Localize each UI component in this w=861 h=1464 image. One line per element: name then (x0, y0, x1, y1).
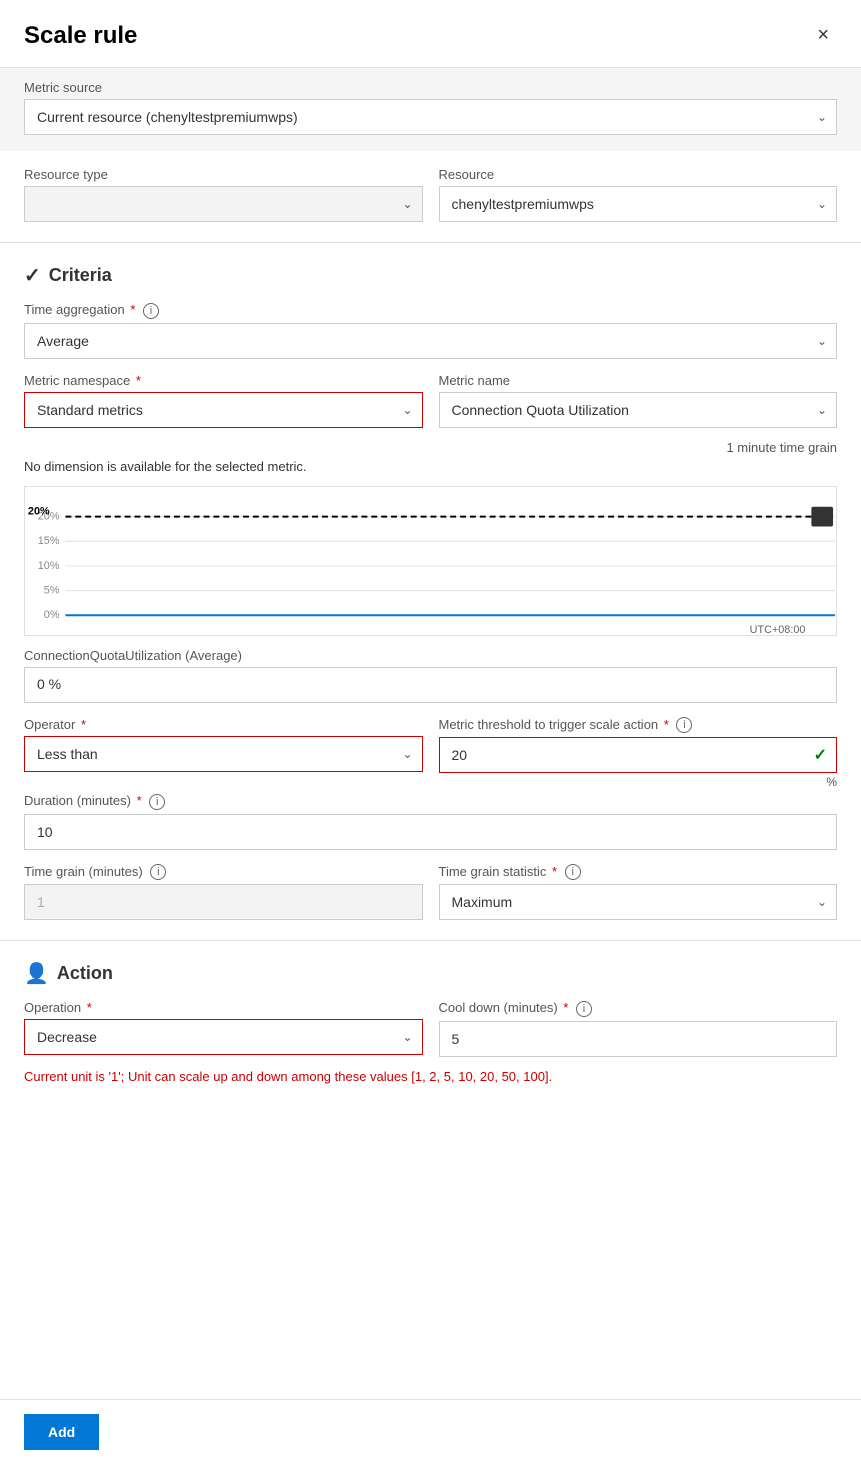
resource-group: Resource chenyltestpremiumwps ⌄ (439, 167, 838, 222)
resource-row: Resource type ⌄ Resource chenyltestpremi… (24, 167, 837, 222)
cool-down-label: Cool down (minutes) * i (439, 1000, 838, 1017)
time-aggregation-required: * (130, 302, 135, 317)
operator-label: Operator * (24, 717, 423, 732)
resource-type-select-wrapper: ⌄ (24, 186, 423, 222)
criteria-section: ✓ Criteria Time aggregation * i Average … (0, 243, 861, 940)
time-grain-info-icon[interactable]: i (150, 864, 166, 880)
threshold-group: Metric threshold to trigger scale action… (439, 717, 838, 790)
duration-group: Duration (minutes) * i (24, 793, 837, 850)
metric-chart: 20% 15% 10% 5% 0% 20% UTC+08:00 (24, 486, 837, 636)
svg-text:5%: 5% (44, 584, 60, 596)
time-aggregation-info-icon[interactable]: i (143, 303, 159, 319)
duration-info-icon[interactable]: i (149, 794, 165, 810)
time-grain-minutes-label: Time grain (minutes) i (24, 864, 423, 881)
resource-type-label: Resource type (24, 167, 423, 182)
operation-select-wrapper: Decrease ⌄ (24, 1019, 423, 1055)
metric-source-select-wrapper: Current resource (chenyltestpremiumwps) … (24, 99, 837, 135)
metric-source-section: Metric source Current resource (chenylte… (0, 68, 861, 151)
dimension-note: No dimension is available for the select… (24, 459, 837, 474)
svg-text:UTC+08:00: UTC+08:00 (750, 624, 806, 635)
criteria-icon: ✓ (24, 263, 41, 288)
metric-source-select[interactable]: Current resource (chenyltestpremiumwps) (24, 99, 837, 135)
duration-input[interactable] (24, 814, 837, 850)
duration-label: Duration (minutes) * i (24, 793, 837, 810)
panel-footer: Add (0, 1399, 861, 1464)
resource-label: Resource (439, 167, 838, 182)
scale-rule-panel: Scale rule × Metric source Current resou… (0, 0, 861, 1464)
resource-select-wrapper: chenyltestpremiumwps ⌄ (439, 186, 838, 222)
criteria-title: Criteria (49, 265, 112, 286)
resource-type-select[interactable] (24, 186, 423, 222)
time-grain-note: 1 minute time grain (24, 440, 837, 455)
time-aggregation-label: Time aggregation * i (24, 302, 837, 319)
time-grain-statistic-select-wrapper: Maximum ⌄ (439, 884, 838, 920)
time-grain-minutes-input (24, 884, 423, 920)
add-button[interactable]: Add (24, 1414, 99, 1450)
time-aggregation-select-wrapper: Average ⌄ (24, 323, 837, 359)
metric-name-group: Metric name Connection Quota Utilization… (439, 373, 838, 428)
metric-namespace-group: Metric namespace * Standard metrics ⌄ (24, 373, 423, 428)
metric-namespace-select-wrapper: Standard metrics ⌄ (24, 392, 423, 428)
svg-text:15%: 15% (38, 535, 60, 547)
action-title: Action (57, 963, 113, 984)
close-button[interactable]: × (809, 20, 837, 51)
metric-name-label: Metric name (439, 373, 838, 388)
metric-source-label: Metric source (24, 80, 837, 95)
metric-namespace-label: Metric namespace * (24, 373, 423, 388)
panel-header: Scale rule × (0, 0, 861, 68)
metric-value-display: 0 % (24, 667, 837, 703)
threshold-input[interactable] (439, 737, 838, 773)
threshold-required: * (664, 717, 669, 732)
resource-type-group: Resource type ⌄ (24, 167, 423, 222)
threshold-info-icon[interactable]: i (676, 717, 692, 733)
svg-text:10%: 10% (38, 559, 60, 571)
operator-required: * (81, 717, 86, 732)
operation-label: Operation * (24, 1000, 423, 1015)
operation-required: * (87, 1000, 92, 1015)
metric-value-label: ConnectionQuotaUtilization (Average) (24, 648, 837, 663)
cool-down-input[interactable] (439, 1021, 838, 1057)
action-icon: 👤 (24, 961, 49, 986)
metric-namespace-select[interactable]: Standard metrics (24, 392, 423, 428)
cool-down-group: Cool down (minutes) * i (439, 1000, 838, 1057)
time-grain-minutes-group: Time grain (minutes) i (24, 864, 423, 921)
threshold-label: Metric threshold to trigger scale action… (439, 717, 838, 734)
threshold-input-wrapper: ✓ (439, 737, 838, 773)
time-grain-row: Time grain (minutes) i Time grain statis… (24, 864, 837, 921)
time-grain-statistic-select[interactable]: Maximum (439, 884, 838, 920)
resource-section: Resource type ⌄ Resource chenyltestpremi… (0, 155, 861, 242)
operator-group: Operator * Less than ⌄ (24, 717, 423, 790)
duration-required: * (137, 793, 142, 808)
svg-text:0%: 0% (44, 609, 60, 621)
metric-name-select[interactable]: Connection Quota Utilization (439, 392, 838, 428)
metric-row: Metric namespace * Standard metrics ⌄ Me… (24, 373, 837, 428)
operator-threshold-row: Operator * Less than ⌄ Metric threshold … (24, 717, 837, 790)
metric-name-select-wrapper: Connection Quota Utilization ⌄ (439, 392, 838, 428)
action-header: 👤 Action (24, 961, 837, 986)
cool-down-info-icon[interactable]: i (576, 1001, 592, 1017)
time-aggregation-select[interactable]: Average (24, 323, 837, 359)
panel-title: Scale rule (24, 22, 137, 50)
time-grain-statistic-label: Time grain statistic * i (439, 864, 838, 881)
time-aggregation-group: Time aggregation * i Average ⌄ (24, 302, 837, 359)
action-row: Operation * Decrease ⌄ Cool down (minute… (24, 1000, 837, 1057)
chart-svg: 20% 15% 10% 5% 0% 20% UTC+08:00 (25, 487, 836, 635)
operation-group: Operation * Decrease ⌄ (24, 1000, 423, 1057)
metric-namespace-required: * (136, 373, 141, 388)
operator-select-wrapper: Less than ⌄ (24, 736, 423, 772)
metric-value-group: ConnectionQuotaUtilization (Average) 0 % (24, 648, 837, 703)
time-grain-statistic-required: * (552, 864, 557, 879)
svg-text:20%: 20% (28, 505, 50, 517)
operator-select[interactable]: Less than (24, 736, 423, 772)
threshold-checkmark-icon: ✓ (814, 745, 827, 765)
threshold-unit: % (439, 775, 838, 789)
action-section: 👤 Action Operation * Decrease ⌄ Cool dow… (0, 941, 861, 1096)
action-info-text: Current unit is '1'; Unit can scale up a… (24, 1069, 837, 1084)
time-grain-statistic-info-icon[interactable]: i (565, 864, 581, 880)
operation-select[interactable]: Decrease (24, 1019, 423, 1055)
criteria-header: ✓ Criteria (24, 263, 837, 288)
resource-select[interactable]: chenyltestpremiumwps (439, 186, 838, 222)
cool-down-required: * (563, 1000, 568, 1015)
time-grain-statistic-group: Time grain statistic * i Maximum ⌄ (439, 864, 838, 921)
